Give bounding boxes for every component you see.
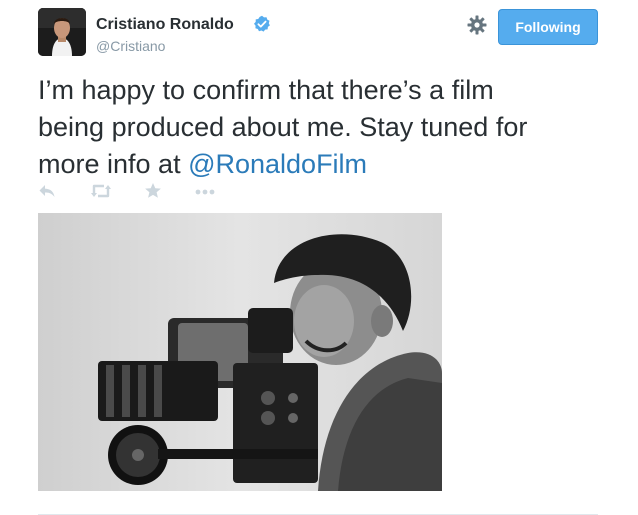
favorite-icon[interactable] (144, 182, 162, 200)
retweet-icon[interactable] (90, 182, 112, 200)
gear-icon[interactable] (466, 14, 488, 36)
avatar[interactable] (38, 8, 86, 56)
user-name[interactable]: Cristiano Ronaldo (96, 16, 234, 34)
tweet-text-line-1: I’m happy to confirm that there’s a film (38, 75, 494, 105)
following-button[interactable]: Following (498, 9, 598, 45)
tweet-text: I’m happy to confirm that there’s a film… (38, 72, 598, 183)
tweet-card: Cristiano Ronaldo @Cristiano Following I… (0, 0, 638, 515)
verified-badge-icon (254, 15, 270, 32)
user-handle[interactable]: @Cristiano (96, 38, 165, 54)
mention-link[interactable]: @RonaldoFilm (188, 149, 367, 179)
tweet-text-line-2: being produced about me. Stay tuned for (38, 112, 528, 142)
tweet-photo[interactable] (38, 213, 442, 491)
more-icon[interactable] (194, 182, 216, 200)
tweet-text-line-3: more info at (38, 149, 189, 179)
reply-icon[interactable] (38, 182, 56, 200)
